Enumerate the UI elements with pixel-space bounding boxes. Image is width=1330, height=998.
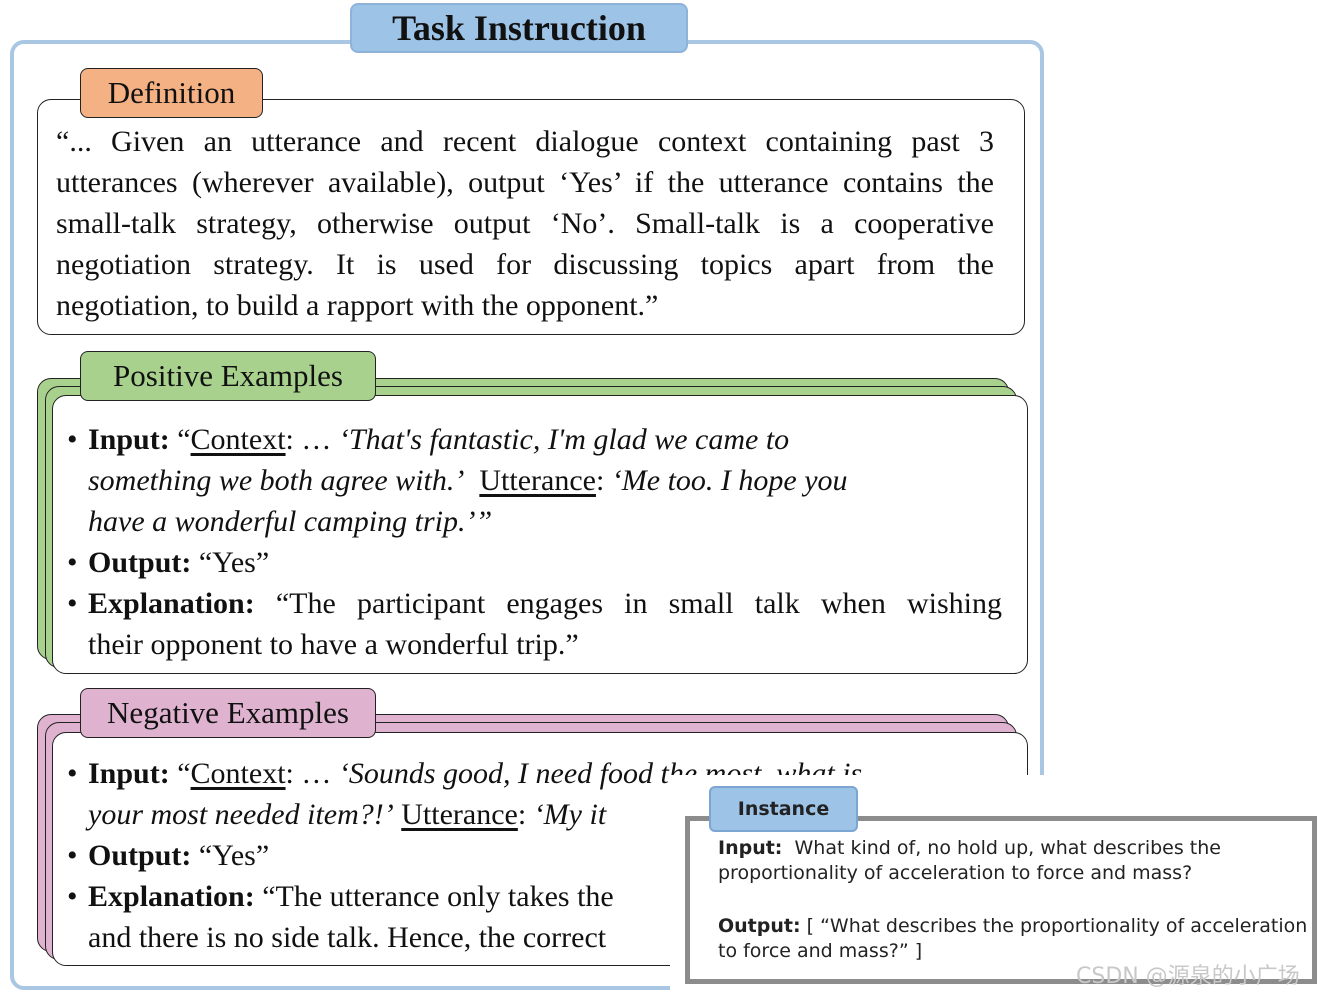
positive-context-text-2: something we both agree with.’: [88, 464, 465, 497]
instance-input: Input: What kind of, no hold up, what de…: [718, 836, 1308, 886]
positive-example-content: • Input: “Context: … ‘That's fantastic, …: [67, 419, 1002, 665]
bullet-icon: •: [67, 587, 78, 620]
instance-output-text-2: to force and mass?” ]: [718, 940, 923, 962]
positive-utterance-text-2: have a wonderful camping trip.’”: [88, 505, 493, 538]
task-instruction-title: Task Instruction: [350, 3, 688, 53]
positive-utterance-label: Utterance: [479, 464, 596, 497]
negative-explanation-text-1: “The utterance only takes the: [262, 880, 614, 913]
negative-explanation-label: Explanation:: [88, 880, 255, 913]
positive-input-label: Input:: [88, 423, 170, 456]
positive-output-value: “Yes”: [198, 546, 270, 579]
positive-explanation-line: • Explanation: “The participant engages …: [67, 583, 1002, 624]
positive-colon: :: [595, 464, 605, 497]
instance-tab: Instance: [709, 786, 858, 832]
positive-input-line: • Input: “Context: … ‘That's fantastic, …: [67, 419, 1002, 460]
negative-output-label: Output:: [88, 839, 192, 872]
instance-input-text-1: What kind of, no hold up, what describes…: [794, 837, 1221, 859]
positive-colon-ellipsis: : …: [285, 423, 332, 456]
negative-utterance-text: ‘My it: [533, 798, 607, 831]
positive-explanation-text-2: their opponent to have a wonderful trip.…: [88, 628, 579, 661]
definition-tab: Definition: [80, 68, 263, 118]
bullet-icon: •: [67, 423, 78, 456]
instance-output-label: Output:: [718, 915, 801, 937]
instance-input-label: Input:: [718, 837, 783, 859]
positive-explanation-line-2: their opponent to have a wonderful trip.…: [67, 624, 1002, 665]
positive-input-line-2: something we both agree with.’ Utterance…: [67, 460, 1002, 501]
negative-context-label: Context: [190, 757, 286, 790]
instance-input-line-1: Input: What kind of, no hold up, what de…: [718, 836, 1308, 861]
positive-output-line: • Output: “Yes”: [67, 542, 1002, 583]
negative-utterance-label: Utterance: [401, 798, 518, 831]
positive-explanation-text-1: “The participant engages in small talk w…: [275, 587, 1002, 620]
instance-output: Output: [ “What describes the proportion…: [718, 914, 1308, 964]
bullet-icon: •: [67, 880, 78, 913]
negative-context-text-2: your most needed item?!’: [88, 798, 394, 831]
instance-output-line-1: Output: [ “What describes the proportion…: [718, 914, 1308, 939]
negative-colon: :: [517, 798, 527, 831]
instance-output-text-1: [ “What describes the proportionality of…: [806, 915, 1308, 937]
positive-input-line-3: have a wonderful camping trip.’”: [67, 501, 1002, 542]
negative-examples-tab: Negative Examples: [80, 688, 376, 738]
positive-examples-tab: Positive Examples: [80, 351, 376, 401]
bullet-icon: •: [67, 839, 78, 872]
instance-input-line-2: proportionality of acceleration to force…: [718, 861, 1308, 886]
positive-context-label: Context: [190, 423, 286, 456]
positive-output-label: Output:: [88, 546, 192, 579]
positive-explanation-label: Explanation:: [88, 587, 255, 620]
bullet-icon: •: [67, 757, 78, 790]
negative-colon-ellipsis: : …: [285, 757, 332, 790]
negative-input-label: Input:: [88, 757, 170, 790]
negative-explanation-text-2: and there is no side talk. Hence, the co…: [88, 921, 607, 954]
definition-text: “... Given an utterance and recent dialo…: [56, 125, 994, 322]
negative-open-quote: “: [177, 757, 191, 790]
negative-output-value: “Yes”: [198, 839, 270, 872]
bullet-icon: •: [67, 546, 78, 579]
positive-open-quote: “: [177, 423, 191, 456]
instance-input-text-2: proportionality of acceleration to force…: [718, 862, 1193, 884]
positive-context-text: ‘That's fantastic, I'm glad we came to: [338, 423, 790, 456]
watermark: CSDN @源泉的小广场: [1076, 964, 1300, 989]
positive-utterance-text: ‘Me too. I hope you: [611, 464, 848, 497]
